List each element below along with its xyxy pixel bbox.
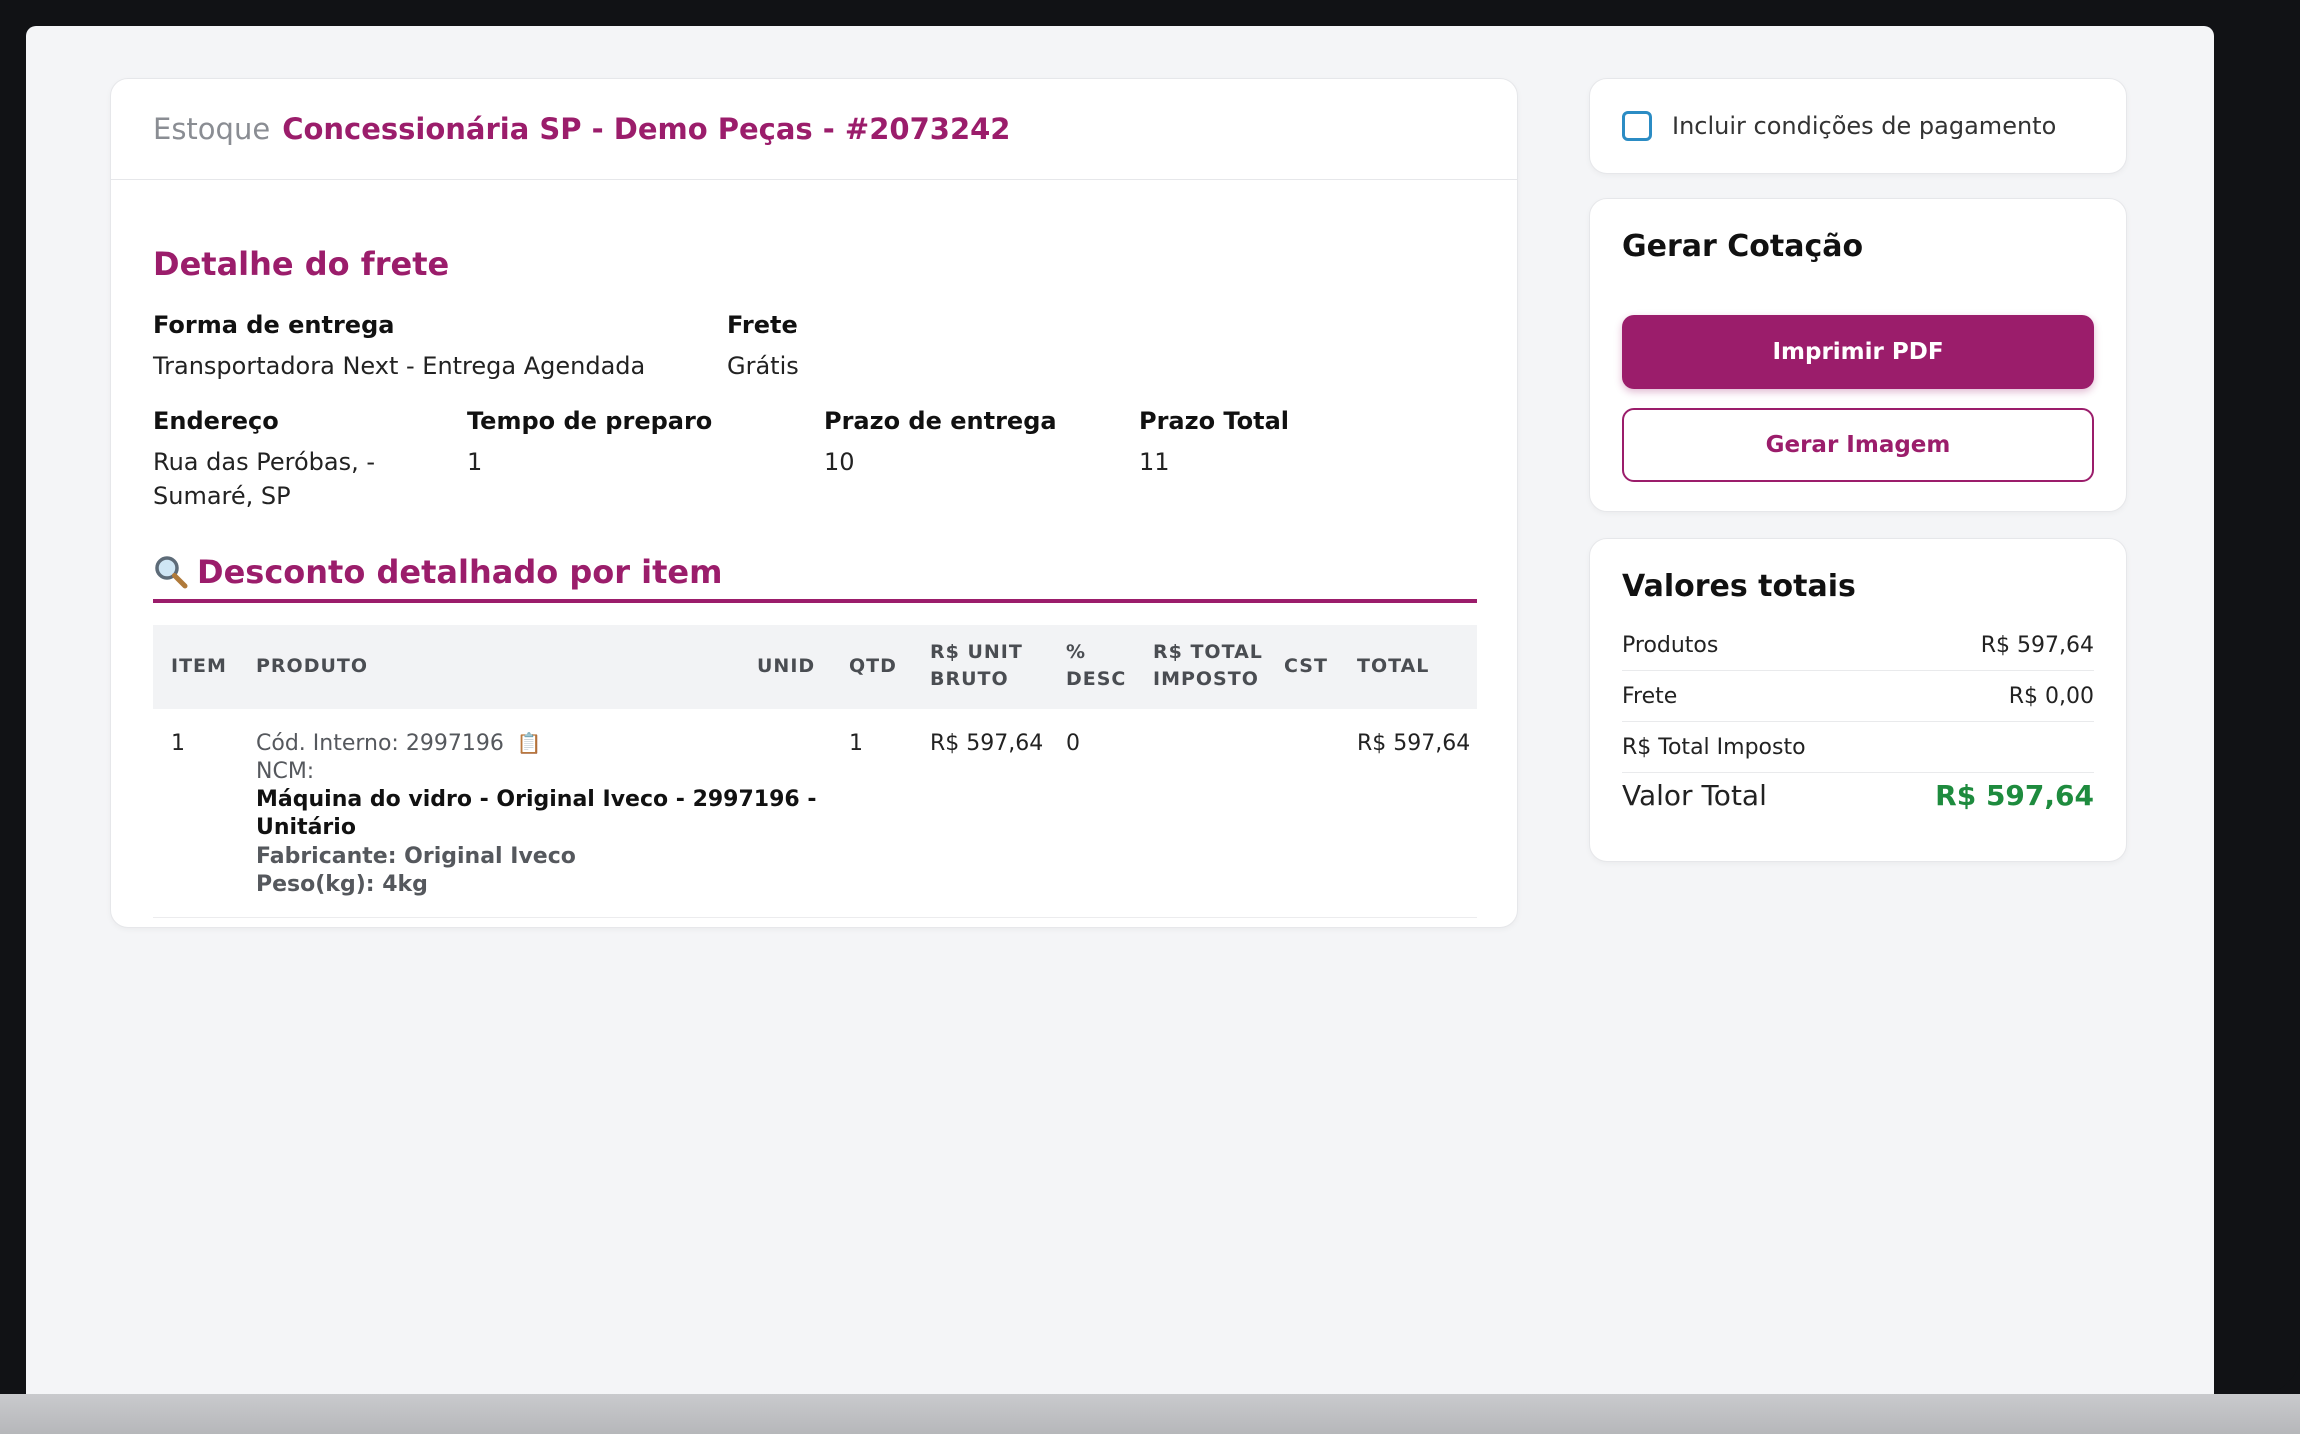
col-cst: CST: [1284, 655, 1328, 677]
discount-section-label: Desconto detalhado por item: [197, 553, 723, 591]
row-divider: [153, 917, 1477, 918]
prep-time-label: Tempo de preparo: [467, 407, 713, 435]
payment-conditions-checkbox[interactable]: [1622, 111, 1652, 141]
row-qty: 1: [849, 731, 863, 756]
col-total-tax: R$ TOTAL IMPOSTO: [1153, 639, 1263, 693]
total-time-value: 11: [1139, 448, 1170, 476]
payment-conditions-card: Incluir condições de pagamento: [1589, 78, 2127, 174]
desk-surface: [0, 1394, 2300, 1434]
totals-final-row: Valor Total R$ 597,64: [1622, 779, 2094, 812]
product-weight: Peso(kg): 4kg: [256, 872, 428, 897]
discount-table-header: ITEM PRODUTO UNID QTD R$ UNIT BRUTO % DE…: [153, 625, 1477, 709]
freight-label: Frete: [727, 311, 798, 339]
generate-quote-card: Gerar Cotação Imprimir PDF Gerar Imagem: [1589, 198, 2127, 512]
col-unit-gross-line2: BRUTO: [930, 668, 1009, 690]
totals-freight-row: Frete R$ 0,00: [1622, 672, 2094, 722]
product-name-line2: Unitário: [256, 815, 356, 840]
magnifier-icon: [153, 554, 189, 590]
col-discount-line2: DESC: [1066, 668, 1127, 690]
totals-freight-label: Frete: [1622, 684, 1678, 709]
product-manufacturer: Fabricante: Original Iveco: [256, 844, 576, 869]
totals-tax-label: R$ Total Imposto: [1622, 735, 1806, 760]
order-header: Estoque Concessionária SP - Demo Peças -…: [111, 79, 1517, 180]
col-unit-gross-line1: R$ UNIT: [930, 641, 1023, 663]
col-unit: UNID: [757, 655, 816, 677]
freight-value: Grátis: [727, 352, 799, 380]
totals-freight-value: R$ 0,00: [2008, 684, 2094, 709]
device-bezel: [2214, 0, 2300, 1394]
col-discount-line1: %: [1066, 641, 1087, 663]
freight-section-title: Detalhe do frete: [153, 245, 450, 283]
stock-label: Estoque: [153, 112, 271, 146]
col-product: PRODUTO: [256, 655, 369, 677]
delivery-method-value: Transportadora Next - Entrega Agendada: [153, 352, 646, 380]
col-discount: % DESC: [1066, 639, 1126, 693]
generate-image-button[interactable]: Gerar Imagem: [1622, 408, 2094, 482]
delivery-time-value: 10: [824, 448, 855, 476]
totals-products-value: R$ 597,64: [1980, 633, 2094, 658]
totals-title: Valores totais: [1622, 569, 1856, 604]
section-divider: [153, 599, 1477, 603]
product-ncm: NCM:: [256, 759, 315, 784]
row-item: 1: [171, 731, 185, 756]
totals-tax-row: R$ Total Imposto: [1622, 723, 2094, 773]
clipboard-icon[interactable]: 📋: [517, 731, 542, 755]
row-discount: 0: [1066, 731, 1080, 756]
col-qty: QTD: [849, 655, 897, 677]
row-unit-gross: R$ 597,64: [930, 731, 1044, 756]
product-code: Cód. Interno: 2997196 📋: [256, 729, 542, 758]
print-pdf-button[interactable]: Imprimir PDF: [1622, 315, 2094, 389]
payment-conditions-label[interactable]: Incluir condições de pagamento: [1672, 112, 2056, 140]
delivery-method-label: Forma de entrega: [153, 311, 395, 339]
total-time-label: Prazo Total: [1139, 407, 1289, 435]
generate-quote-title: Gerar Cotação: [1622, 229, 1864, 264]
col-unit-gross: R$ UNIT BRUTO: [930, 639, 1023, 693]
discount-section-title: Desconto detalhado por item: [153, 553, 722, 591]
address-line-1: Rua das Peróbas, -: [153, 448, 375, 476]
delivery-time-label: Prazo de entrega: [824, 407, 1057, 435]
row-total: R$ 597,64: [1357, 731, 1471, 756]
product-name-line1: Máquina do vidro - Original Iveco - 2997…: [256, 787, 817, 812]
product-code-label: Cód. Interno:: [256, 731, 399, 756]
address-label: Endereço: [153, 407, 279, 435]
totals-final-label: Valor Total: [1622, 779, 1767, 812]
product-code-value: 2997196: [405, 731, 504, 756]
order-detail-card: Estoque Concessionária SP - Demo Peças -…: [110, 78, 1518, 928]
col-item: ITEM: [171, 655, 227, 677]
prep-time-value: 1: [467, 448, 483, 476]
address-line-2: Sumaré, SP: [153, 482, 291, 510]
totals-final-value: R$ 597,64: [1935, 779, 2094, 812]
totals-products-row: Produtos R$ 597,64: [1622, 621, 2094, 671]
col-total-tax-line2: IMPOSTO: [1153, 668, 1259, 690]
col-total-tax-line1: R$ TOTAL: [1153, 641, 1263, 663]
totals-card: Valores totais Produtos R$ 597,64 Frete …: [1589, 538, 2127, 862]
col-total: TOTAL: [1357, 655, 1430, 677]
order-title: Concessionária SP - Demo Peças - #207324…: [282, 112, 1011, 146]
app-screen: Estoque Concessionária SP - Demo Peças -…: [26, 26, 2214, 1394]
totals-products-label: Produtos: [1622, 633, 1719, 658]
